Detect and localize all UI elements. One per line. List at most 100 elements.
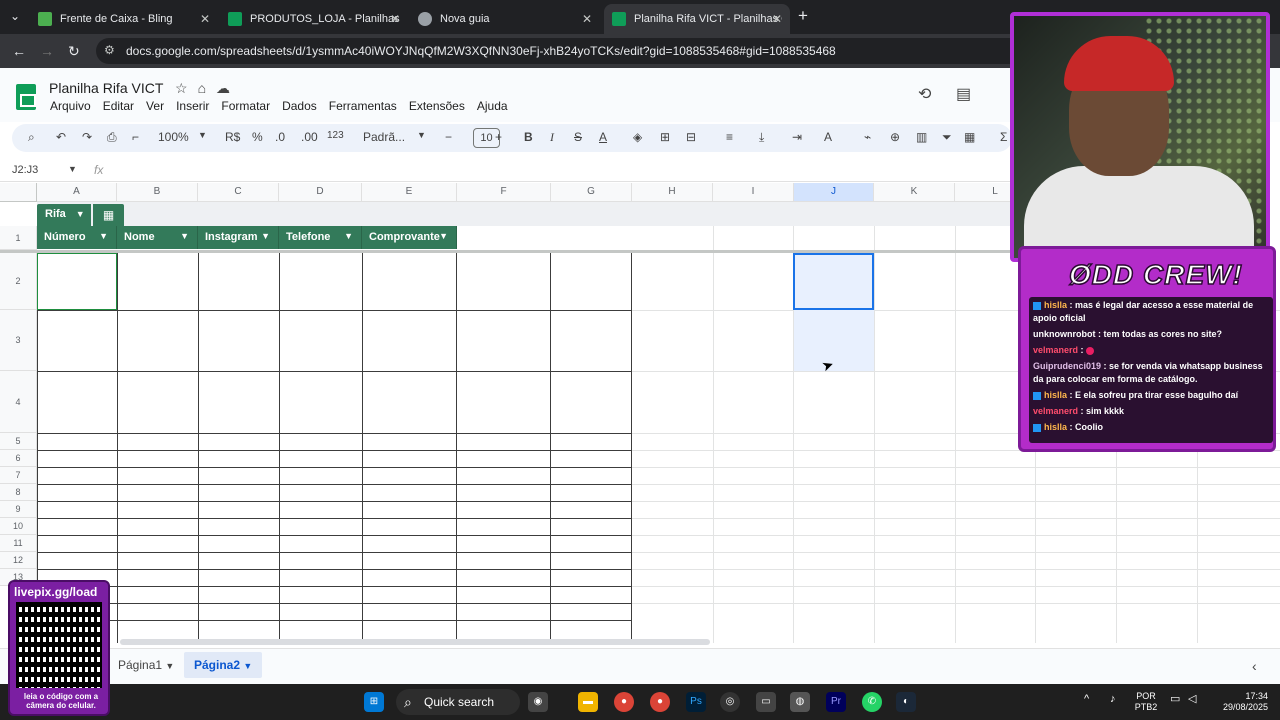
insert-link-icon[interactable]: ⌁ <box>864 130 871 144</box>
browser-tab[interactable]: PRODUTOS_LOJA - Planilhas Google ✕ <box>220 4 408 34</box>
header-chevron-icon[interactable]: ▼ <box>439 231 448 241</box>
fill-color-icon[interactable]: ◈ <box>633 130 642 144</box>
header-chevron-icon[interactable]: ▼ <box>261 231 270 241</box>
undo-icon[interactable]: ↶ <box>56 130 66 144</box>
star-icon[interactable]: ☆ <box>175 80 188 97</box>
sheet-tab-chevron-icon[interactable]: ▼ <box>243 661 252 671</box>
close-tab-icon[interactable]: ✕ <box>772 12 782 26</box>
app-icon[interactable]: ◍ <box>790 692 810 712</box>
horizontal-align-icon[interactable]: ≡ <box>726 130 733 144</box>
column-header-e[interactable]: E <box>362 183 457 202</box>
paint-format-icon[interactable]: ⌐ <box>132 130 139 144</box>
sheet-tab-pagina2[interactable]: Página2 ▼ <box>184 652 263 678</box>
cell-j3-selected[interactable] <box>794 310 874 371</box>
close-tab-icon[interactable]: ✕ <box>582 12 592 26</box>
print-icon[interactable]: ⎙ <box>107 130 117 145</box>
bold-icon[interactable]: B <box>524 130 533 144</box>
insert-comment-icon[interactable]: ⊕ <box>890 130 900 144</box>
volume-icon[interactable]: ◁ <box>1188 694 1196 705</box>
menu-dados[interactable]: Dados <box>281 99 318 113</box>
column-header-k[interactable]: K <box>874 183 955 202</box>
browser-tab[interactable]: Frente de Caixa - Bling ✕ <box>30 4 218 34</box>
header-chevron-icon[interactable]: ▼ <box>180 231 189 241</box>
decrease-font-size-icon[interactable]: − <box>445 130 452 144</box>
chrome-icon[interactable]: ● <box>614 692 634 712</box>
number-format-button[interactable]: 123 <box>327 130 344 141</box>
column-header-f[interactable]: F <box>457 183 551 202</box>
menu-formatar[interactable]: Formatar <box>220 99 271 113</box>
table-header-instagram[interactable]: Instagram ▼ <box>198 226 279 249</box>
cell-a2-outline[interactable] <box>37 253 117 310</box>
percent-format-button[interactable]: % <box>252 130 263 144</box>
horizontal-scrollbar[interactable] <box>120 639 710 645</box>
borders-icon[interactable]: ⊞ <box>660 130 670 144</box>
row-header-1[interactable]: 1 <box>0 226 37 250</box>
row-header-7[interactable]: 7 <box>0 467 37 484</box>
copilot-icon[interactable]: ◉ <box>528 692 548 712</box>
decrease-decimal-button[interactable]: .0 <box>275 130 285 144</box>
new-tab-icon[interactable]: + <box>798 6 808 26</box>
strikethrough-icon[interactable]: S <box>574 130 582 144</box>
reload-icon[interactable]: ↻ <box>68 43 80 60</box>
font-select[interactable]: Padrã... <box>363 130 405 144</box>
language-indicator[interactable]: POR PTB2 <box>1132 691 1160 713</box>
sheet-tab-pagina1[interactable]: Página1 ▼ <box>118 658 174 672</box>
forward-icon[interactable]: → <box>40 43 54 59</box>
menu-ver[interactable]: Ver <box>145 99 165 113</box>
table-header-nome[interactable]: Nome ▼ <box>117 226 198 249</box>
menu-extensoes[interactable]: Extensões <box>408 99 466 113</box>
steam-icon[interactable]: ◐ <box>896 692 916 712</box>
row-header-11[interactable]: 11 <box>0 535 37 552</box>
table-name-chip[interactable]: Rifa ▼ <box>37 204 91 226</box>
column-header-i[interactable]: I <box>713 183 794 202</box>
name-box[interactable]: J2:J3 ▼ <box>12 164 78 176</box>
site-info-icon[interactable]: ⚙ <box>104 43 115 57</box>
zoom-select[interactable]: 100% <box>158 130 189 144</box>
text-rotation-icon[interactable]: A <box>824 130 832 144</box>
table-menu-chevron-icon[interactable]: ▼ <box>76 209 85 219</box>
increase-decimal-button[interactable]: .00 <box>301 130 318 144</box>
premiere-icon[interactable]: Pr <box>826 692 846 712</box>
obs-icon[interactable]: ◎ <box>720 692 740 712</box>
select-all-corner[interactable] <box>0 183 37 202</box>
filter-icon[interactable]: ⏷ <box>942 130 952 145</box>
search-menus-icon[interactable]: ⌕ <box>28 130 35 145</box>
back-icon[interactable]: ← <box>12 43 26 59</box>
menu-inserir[interactable]: Inserir <box>175 99 210 113</box>
row-header-10[interactable]: 10 <box>0 518 37 535</box>
browser-tab[interactable]: Nova guia ✕ <box>410 4 600 34</box>
column-header-b[interactable]: B <box>117 183 198 202</box>
header-chevron-icon[interactable]: ▼ <box>344 231 353 241</box>
close-tab-icon[interactable]: ✕ <box>200 12 210 26</box>
tray-overflow-icon[interactable]: ^ <box>1084 694 1089 705</box>
column-header-j[interactable]: J <box>794 183 874 202</box>
sheets-logo-icon[interactable] <box>16 84 36 110</box>
row-header-8[interactable]: 8 <box>0 484 37 501</box>
version-history-icon[interactable]: ⟲ <box>918 84 931 104</box>
functions-icon[interactable]: Σ <box>1000 130 1007 144</box>
network-icon[interactable]: ▭ <box>1170 694 1180 705</box>
column-header-h[interactable]: H <box>632 183 713 202</box>
column-header-c[interactable]: C <box>198 183 279 202</box>
table-header-comprovante[interactable]: Comprovante ▼ <box>362 226 457 249</box>
name-box-chevron-icon[interactable]: ▼ <box>68 164 77 174</box>
clock[interactable]: 17:34 29/08/2025 <box>1212 691 1268 713</box>
file-explorer-icon[interactable]: ▬ <box>578 692 598 712</box>
increase-font-size-icon[interactable]: + <box>495 130 502 144</box>
microphone-icon[interactable]: ♪ <box>1110 694 1116 705</box>
browser-tab-active[interactable]: Planilha Rifa VICT - Planilhas Google ✕ <box>604 4 790 34</box>
close-tab-icon[interactable]: ✕ <box>390 12 400 26</box>
font-chevron-icon[interactable]: ▼ <box>417 130 426 140</box>
chrome-profile-icon[interactable]: ● <box>650 692 670 712</box>
zoom-chevron-icon[interactable]: ▼ <box>198 130 207 140</box>
menu-arquivo[interactable]: Arquivo <box>49 99 92 113</box>
sheet-list-collapse-icon[interactable]: ‹ <box>1252 658 1257 674</box>
cell-j2-active[interactable] <box>793 253 874 310</box>
insert-chart-icon[interactable]: ▥ <box>916 130 927 144</box>
column-header-a[interactable]: A <box>37 183 117 202</box>
photoshop-icon[interactable]: Ps <box>686 692 706 712</box>
table-header-numero[interactable]: Número ▼ <box>37 226 117 249</box>
sheet-tab-chevron-icon[interactable]: ▼ <box>165 661 174 671</box>
terminal-icon[interactable]: ▭ <box>756 692 776 712</box>
row-header-3[interactable]: 3 <box>0 310 37 371</box>
